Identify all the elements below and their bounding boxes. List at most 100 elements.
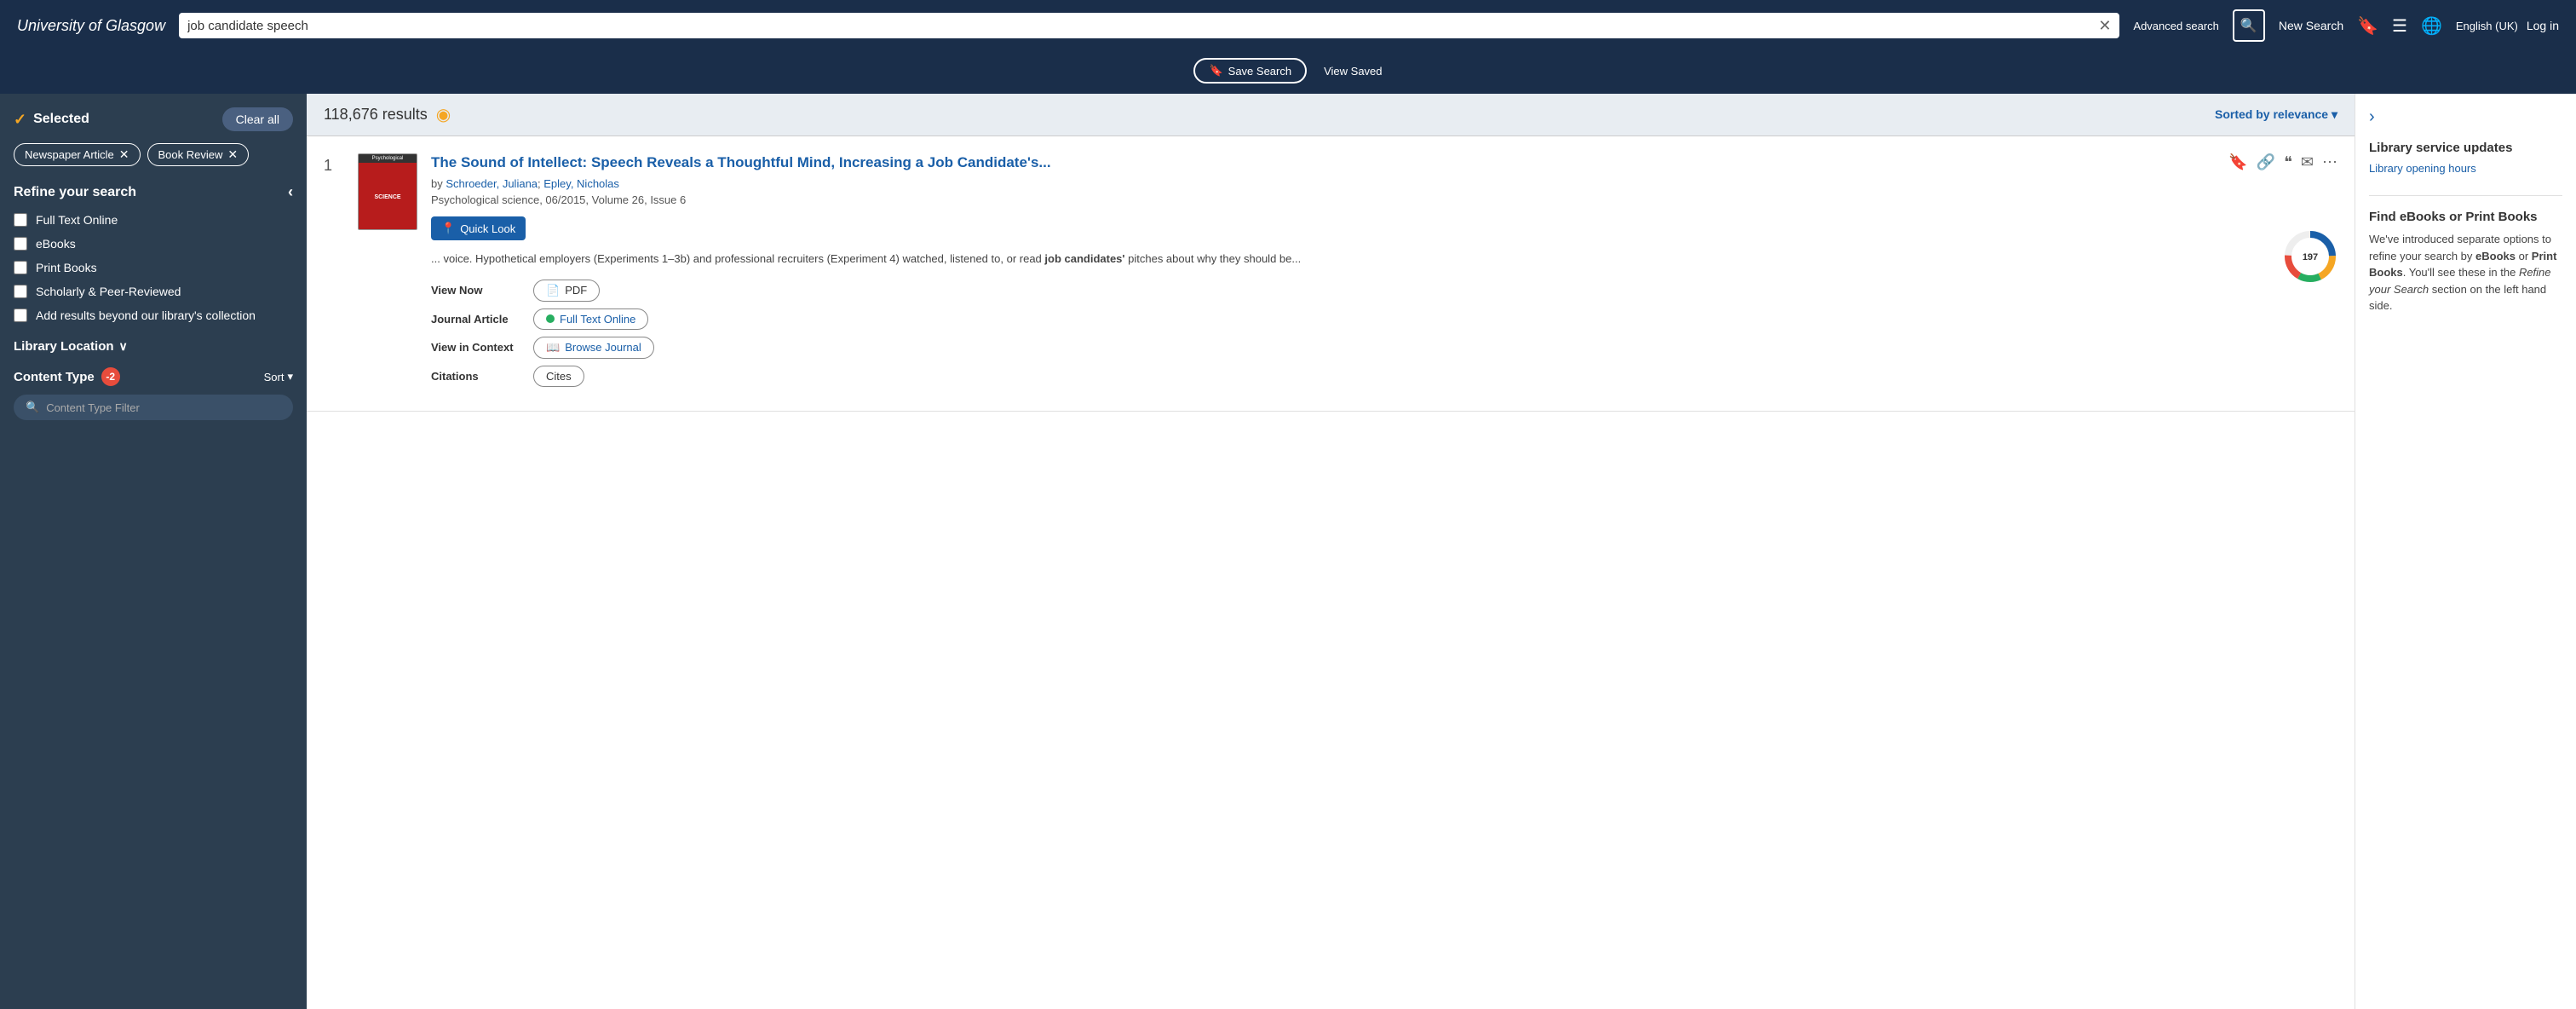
selected-label: ✓ Selected xyxy=(14,111,89,129)
full-text-online-button[interactable]: Full Text Online xyxy=(533,308,648,330)
clear-all-button[interactable]: Clear all xyxy=(222,107,293,131)
pdf-icon: 📄 xyxy=(546,284,560,297)
refine-options: Full Text Online eBooks Print Books Scho… xyxy=(14,213,293,322)
result-abstract: ... voice. Hypothetical employers (Exper… xyxy=(431,251,2188,268)
view-in-context-row: View in Context 📖 Browse Journal xyxy=(431,337,2188,359)
book-review-tag[interactable]: Book Review ✕ xyxy=(147,143,250,166)
result-title[interactable]: The Sound of Intellect: Speech Reveals a… xyxy=(431,153,2188,172)
header-icons: 🔖 ☰ 🌐 xyxy=(2357,15,2442,37)
library-updates-title: Library service updates xyxy=(2369,141,2562,155)
content-type-left: Content Type -2 xyxy=(14,367,120,386)
book-review-tag-label: Book Review xyxy=(158,148,223,161)
bookmark-result-button[interactable]: 🔖 xyxy=(2228,153,2247,171)
results-header: 118,676 results ◉ Sorted by relevance ▾ xyxy=(307,94,2355,136)
library-location-chevron: ∨ xyxy=(119,339,128,354)
newspaper-article-tag[interactable]: Newspaper Article ✕ xyxy=(14,143,141,166)
search-bar: ✕ xyxy=(179,13,2119,38)
save-bookmark-icon: 🔖 xyxy=(1209,64,1222,78)
journal-article-label: Journal Article xyxy=(431,313,525,326)
view-in-context-label: View in Context xyxy=(431,341,525,354)
pdf-button[interactable]: 📄 PDF xyxy=(533,280,600,302)
result-thumbnail: Psychological SCIENCE xyxy=(358,153,417,230)
save-search-button[interactable]: 🔖 Save Search xyxy=(1193,58,1307,84)
scholarly-option[interactable]: Scholarly & Peer-Reviewed xyxy=(14,285,293,298)
ebooks-bold1: eBooks xyxy=(2475,250,2516,262)
quick-look-icon: 📍 xyxy=(441,222,455,235)
result-actions: 🔖 🔗 ❝ ✉ ⋯ 197 xyxy=(2201,153,2337,394)
right-sidebar-toggle[interactable]: › xyxy=(2369,107,2375,127)
new-search-button[interactable]: New Search xyxy=(2279,19,2343,32)
content-type-header: Content Type -2 Sort ▾ xyxy=(14,367,293,386)
beyond-collection-option[interactable]: Add results beyond our library's collect… xyxy=(14,308,293,322)
ebooks-description: We've introduced separate options to ref… xyxy=(2369,231,2562,314)
view-now-row: View Now 📄 PDF xyxy=(431,280,2188,302)
author-schroeder-link[interactable]: Schroeder, Juliana xyxy=(446,177,538,190)
author-epley-link[interactable]: Epley, Nicholas xyxy=(543,177,619,190)
header: University of Glasgow ✕ Advanced search … xyxy=(0,0,2576,51)
library-opening-hours-link[interactable]: Library opening hours xyxy=(2369,162,2562,175)
refine-title: Refine your search ‹ xyxy=(14,183,293,201)
content-type-badge: -2 xyxy=(101,367,120,386)
selected-header: ✓ Selected Clear all xyxy=(14,107,293,131)
ebooks-section: Find eBooks or Print Books We've introdu… xyxy=(2369,210,2562,314)
clear-search-button[interactable]: ✕ xyxy=(2098,18,2111,33)
email-result-button[interactable]: ✉ xyxy=(2301,153,2314,171)
citation-ring: 197 xyxy=(2283,229,2337,284)
library-location-section[interactable]: Library Location ∨ xyxy=(14,339,293,354)
ebooks-title: Find eBooks or Print Books xyxy=(2369,210,2562,224)
sort-button[interactable]: Sort ▾ xyxy=(264,370,293,383)
citations-label: Citations xyxy=(431,370,525,383)
ebooks-checkbox[interactable] xyxy=(14,237,27,251)
filter-search-icon: 🔍 xyxy=(26,401,39,414)
ebooks-option[interactable]: eBooks xyxy=(14,237,293,251)
filter-tags: Newspaper Article ✕ Book Review ✕ xyxy=(14,143,293,166)
citations-row: Citations Cites xyxy=(431,366,2188,387)
advanced-search-link[interactable]: Advanced search xyxy=(2133,20,2218,32)
newspaper-tag-remove[interactable]: ✕ xyxy=(119,147,129,162)
globe-icon[interactable]: 🌐 xyxy=(2421,15,2442,37)
view-saved-button[interactable]: View Saved xyxy=(1324,65,1382,78)
result-authors: by Schroeder, Juliana; Epley, Nicholas xyxy=(431,177,2188,190)
left-sidebar: ✓ Selected Clear all Newspaper Article ✕… xyxy=(0,94,307,1009)
view-now-label: View Now xyxy=(431,284,525,297)
book-review-tag-remove[interactable]: ✕ xyxy=(227,147,238,162)
sub-header: 🔖 Save Search View Saved xyxy=(0,51,2576,94)
quote-result-button[interactable]: ❝ xyxy=(2284,153,2292,171)
sort-dropdown-icon[interactable]: ▾ xyxy=(2332,107,2337,121)
main-layout: ✓ Selected Clear all Newspaper Article ✕… xyxy=(0,94,2576,1009)
quick-look-button[interactable]: 📍 Quick Look xyxy=(431,216,526,240)
divider xyxy=(2369,195,2562,196)
scholarly-checkbox[interactable] xyxy=(14,285,27,298)
rss-icon[interactable]: ◉ xyxy=(436,104,451,125)
menu-icon[interactable]: ☰ xyxy=(2392,15,2407,37)
journal-article-row: Journal Article Full Text Online xyxy=(431,308,2188,330)
print-books-option[interactable]: Print Books xyxy=(14,261,293,274)
search-icon: 🔍 xyxy=(2240,17,2257,34)
content-type-filter-input[interactable] xyxy=(46,401,281,414)
check-icon: ✓ xyxy=(14,111,26,129)
refine-collapse-icon[interactable]: ‹ xyxy=(288,183,293,201)
login-link[interactable]: Log in xyxy=(2527,19,2559,32)
result-content: The Sound of Intellect: Speech Reveals a… xyxy=(431,153,2188,394)
search-button[interactable]: 🔍 xyxy=(2233,9,2265,42)
action-icons: 🔖 🔗 ❝ ✉ ⋯ xyxy=(2228,153,2337,171)
sort-chevron-icon: ▾ xyxy=(287,370,293,383)
library-updates-section: Library service updates Library opening … xyxy=(2369,141,2562,175)
print-books-checkbox[interactable] xyxy=(14,261,27,274)
university-logo: University of Glasgow xyxy=(17,17,165,35)
svg-text:197: 197 xyxy=(2303,252,2318,262)
full-text-dot-icon xyxy=(546,314,555,323)
search-input[interactable] xyxy=(187,19,2091,33)
content-type-section: Content Type -2 Sort ▾ 🔍 xyxy=(14,367,293,420)
result-item: 1 Psychological SCIENCE The Sound of Int… xyxy=(307,136,2355,412)
more-result-button[interactable]: ⋯ xyxy=(2322,153,2337,171)
full-text-online-checkbox[interactable] xyxy=(14,213,27,227)
cites-button[interactable]: Cites xyxy=(533,366,584,387)
browse-journal-button[interactable]: 📖 Browse Journal xyxy=(533,337,654,359)
bookmark-icon[interactable]: 🔖 xyxy=(2357,15,2378,37)
full-text-online-option[interactable]: Full Text Online xyxy=(14,213,293,227)
result-number: 1 xyxy=(324,153,344,394)
sort-by: Sorted by relevance ▾ xyxy=(2215,107,2337,122)
link-result-button[interactable]: 🔗 xyxy=(2257,153,2275,171)
beyond-collection-checkbox[interactable] xyxy=(14,308,27,322)
